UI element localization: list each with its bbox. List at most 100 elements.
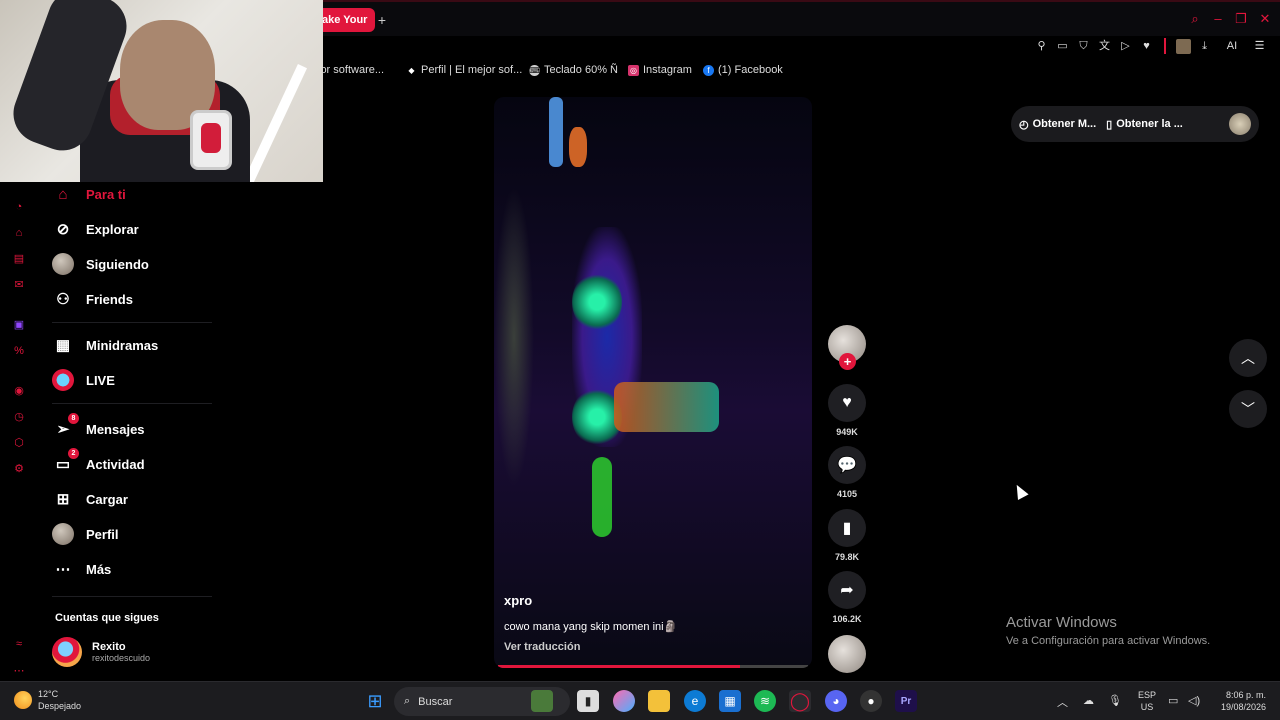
network-icon[interactable]: ▭ — [1168, 694, 1178, 707]
mail-icon[interactable]: ✉ — [12, 278, 26, 292]
heart-icon[interactable]: ♥ — [1139, 39, 1154, 54]
video-description: cowo mana yang skip momen ini🗿 — [504, 621, 678, 633]
system-clock[interactable]: 8:06 p. m. 19/08/2026 — [1206, 689, 1266, 713]
share-button[interactable]: ➦ — [828, 571, 866, 609]
nav-label: Minidramas — [86, 337, 159, 353]
edge-icon[interactable]: e — [684, 690, 706, 712]
store-icon[interactable]: ▦ — [719, 690, 741, 712]
nav-mensajes[interactable]: ➢ 8 Mensajes — [52, 413, 145, 444]
get-app-button[interactable]: ▯ Obtener la ... — [1106, 118, 1183, 131]
follow-plus-icon[interactable]: + — [839, 353, 856, 370]
get-app-label: Obtener la ... — [1116, 118, 1183, 130]
speed-icon[interactable]: ◔ — [12, 200, 26, 214]
twitch-icon[interactable]: ▣ — [12, 318, 26, 332]
tray-chevron-icon[interactable]: ︿ — [1057, 694, 1068, 710]
like-button[interactable]: ♥ — [828, 384, 866, 422]
nav-live[interactable]: LIVE — [52, 365, 115, 395]
user-avatar[interactable] — [1229, 113, 1251, 135]
wallet-icon[interactable]: ▤ — [12, 252, 26, 266]
nav-mas[interactable]: ⋯ Más — [52, 554, 112, 584]
video-progress-fill — [498, 665, 740, 668]
chevron-down-icon: ﹀ — [1241, 401, 1255, 417]
following-item[interactable]: Rexito rexitodescuido — [52, 637, 150, 667]
following-avatar — [52, 637, 82, 667]
play-circle-icon[interactable]: ◉ — [12, 384, 26, 398]
maximize-icon[interactable]: ❐ — [1232, 10, 1250, 28]
nav-explorar[interactable]: ⊘ Explorar — [52, 214, 139, 244]
next-video-button[interactable]: ﹀ — [1229, 390, 1267, 428]
toolbar-icons: ⚲ ▭ ⛉ 文 ▷ ♥ ⤓ AI ☰ — [1034, 38, 1267, 54]
bookmark-item[interactable]: ◎ Instagram — [628, 64, 692, 76]
get-coins-button[interactable]: ◴ Obtener M... — [1019, 118, 1096, 131]
sidebar-divider — [52, 322, 212, 323]
copilot-icon[interactable] — [613, 690, 635, 712]
nav-minidramas[interactable]: ▦ Minidramas — [52, 330, 158, 360]
new-tab-button[interactable]: + — [374, 10, 390, 30]
minimize-icon[interactable]: – — [1209, 10, 1227, 28]
save-button[interactable]: ▮ — [828, 509, 866, 547]
start-icon[interactable]: ⊞ — [364, 690, 386, 712]
more-dots-icon[interactable]: ⋯ — [12, 664, 26, 678]
nav-siguiendo[interactable]: Siguiendo — [52, 249, 149, 279]
nav-cargar[interactable]: ⊞ Cargar — [52, 484, 128, 514]
language-indicator[interactable]: ESP US — [1138, 689, 1156, 713]
ai-icon[interactable]: ⌂ — [12, 226, 26, 240]
translate-icon[interactable]: 文 — [1097, 39, 1112, 54]
bookmark-item[interactable]: jor software... — [318, 64, 384, 76]
prev-video-button[interactable]: ︿ — [1229, 339, 1267, 377]
comment-button[interactable]: 💬 — [828, 446, 866, 484]
discord-icon[interactable]: ◕ — [825, 690, 847, 712]
extensions-icon[interactable]: ⬡ — [12, 436, 26, 450]
premiere-icon[interactable]: Pr — [895, 690, 917, 712]
percent-icon[interactable]: % — [12, 344, 26, 358]
shield-icon[interactable]: ⛉ — [1076, 39, 1091, 54]
weather-widget[interactable]: 12°C Despejado — [14, 688, 81, 712]
snapshot-icon[interactable]: ▭ — [1055, 39, 1070, 54]
ai-button[interactable]: AI — [1218, 39, 1246, 54]
translate-link[interactable]: Ver traducción — [504, 641, 580, 653]
download-icon[interactable]: ⤓ — [1197, 39, 1212, 54]
profile-icon — [52, 523, 74, 545]
microphone-icon[interactable]: 🎙 — [1108, 694, 1122, 707]
pin-icon[interactable]: ⚲ — [1034, 39, 1049, 54]
history-icon[interactable]: ◷ — [12, 410, 26, 424]
sidebar-divider — [52, 596, 212, 597]
gx-icon[interactable]: ≈ — [12, 637, 26, 651]
coin-icon: ◴ — [1019, 118, 1029, 131]
video-progress-bar[interactable] — [498, 665, 808, 668]
bookmark-item[interactable]: ⌨ Teclado 60% Ñ — [529, 64, 618, 76]
nav-friends[interactable]: ⚇ Friends — [52, 284, 133, 314]
language-primary: ESP — [1138, 690, 1157, 700]
nav-para-ti[interactable]: ⌂ Para ti — [52, 179, 125, 209]
opera-gx-icon[interactable]: ◯ — [789, 690, 811, 712]
extension-avatar-icon[interactable] — [1176, 38, 1191, 54]
search-icon[interactable]: ⌕ — [1186, 10, 1204, 28]
close-icon[interactable]: ✕ — [1256, 10, 1274, 28]
bookmark-item[interactable]: ◆ Perfil | El mejor sof... — [406, 64, 522, 76]
nav-perfil[interactable]: Perfil — [52, 519, 119, 549]
file-explorer-icon[interactable] — [648, 690, 670, 712]
nav-label: Perfil — [86, 526, 119, 542]
nav-actividad[interactable]: ▭ 2 Actividad — [52, 448, 145, 479]
settings-icon[interactable]: ⚙ — [12, 462, 26, 476]
nav-label: LIVE — [86, 372, 115, 388]
video-author[interactable]: xpro — [504, 593, 532, 608]
video-car-spoiler — [614, 382, 719, 432]
sound-avatar[interactable] — [828, 635, 866, 673]
play-icon[interactable]: ▷ — [1118, 39, 1133, 54]
video-player[interactable]: xpro cowo mana yang skip momen ini🗿 Ver … — [494, 97, 812, 668]
share-icon: ➦ — [840, 582, 854, 599]
browser-tab[interactable]: ake Your — [322, 8, 376, 32]
spotify-icon[interactable]: ≋ — [754, 690, 776, 712]
activity-badge: 2 — [68, 448, 79, 459]
avatar-icon — [52, 253, 74, 275]
browser-side-rail: ◔ ⌂ ▤ ✉ ▣ % ◉ ◷ ⬡ ⚙ ≈ ⋯ — [0, 182, 38, 682]
menu-icon[interactable]: ☰ — [1252, 39, 1267, 54]
bookmark-label: Teclado 60% Ñ — [544, 64, 618, 76]
volume-icon[interactable]: ◁) — [1188, 694, 1200, 707]
obs-icon[interactable]: ● — [860, 690, 882, 712]
widget-image-icon[interactable] — [531, 690, 553, 712]
onedrive-icon[interactable]: ☁ — [1083, 694, 1094, 707]
task-view-icon[interactable]: ▮ — [577, 690, 599, 712]
bookmark-item[interactable]: f (1) Facebook — [703, 64, 783, 76]
